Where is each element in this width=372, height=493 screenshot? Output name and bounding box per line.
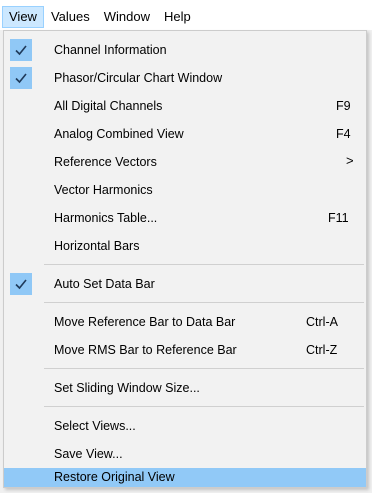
shortcut-label: Ctrl-A [306, 315, 338, 329]
menu-item-vector-harmonics[interactable]: Vector Harmonics [5, 176, 365, 204]
menu-item-harmonics-table[interactable]: Harmonics Table... F11 [5, 204, 365, 232]
menu-item-label: Set Sliding Window Size... [54, 381, 200, 395]
checkmark-icon [10, 67, 32, 89]
menu-item-label: Reference Vectors [54, 155, 157, 169]
view-dropdown-menu: Channel Information Phasor/Circular Char… [3, 30, 367, 488]
menu-item-select-views[interactable]: Select Views... [5, 412, 365, 440]
menu-item-label: All Digital Channels [54, 99, 163, 113]
shortcut-label: F9 [336, 99, 351, 113]
menu-item-move-reference-bar[interactable]: Move Reference Bar to Data Bar Ctrl-A [5, 308, 365, 336]
shortcut-label: F4 [336, 127, 351, 141]
menu-item-label: Harmonics Table... [54, 211, 158, 225]
menu-item-label: Phasor/Circular Chart Window [54, 71, 223, 85]
shortcut-label: Ctrl-Z [306, 343, 338, 357]
menu-separator [44, 368, 364, 369]
menu-view[interactable]: View [2, 6, 44, 28]
chevron-right-icon: > [346, 153, 354, 168]
menu-item-label: Analog Combined View [54, 127, 184, 141]
menu-item-all-digital-channels[interactable]: All Digital Channels F9 [5, 92, 365, 120]
menu-item-label: Horizontal Bars [54, 239, 140, 253]
menu-item-auto-set-data-bar[interactable]: Auto Set Data Bar [5, 270, 365, 298]
menu-bar: View Values Window Help [0, 0, 372, 30]
menu-item-move-rms-bar[interactable]: Move RMS Bar to Reference Bar Ctrl-Z [5, 336, 365, 364]
menu-separator [44, 264, 364, 265]
checkmark-icon [10, 39, 32, 61]
menu-item-restore-original-view[interactable]: Restore Original View [4, 468, 366, 487]
menu-item-label: Restore Original View [54, 470, 175, 484]
menu-window[interactable]: Window [97, 6, 157, 28]
menu-item-horizontal-bars[interactable]: Horizontal Bars [5, 232, 365, 260]
menu-item-label: Channel Information [54, 43, 167, 57]
menu-item-label: Auto Set Data Bar [54, 277, 155, 291]
menu-item-reference-vectors[interactable]: Reference Vectors > [5, 148, 365, 176]
menu-item-set-sliding-window-size[interactable]: Set Sliding Window Size... [5, 374, 365, 402]
menu-item-label: Vector Harmonics [54, 183, 153, 197]
menu-item-label: Move Reference Bar to Data Bar [54, 315, 236, 329]
menu-item-phasor-chart-window[interactable]: Phasor/Circular Chart Window [5, 64, 365, 92]
shortcut-label: F11 [328, 211, 349, 225]
menu-item-label: Save View... [54, 447, 123, 461]
menu-item-channel-information[interactable]: Channel Information [5, 36, 365, 64]
menu-item-label: Move RMS Bar to Reference Bar [54, 343, 237, 357]
menu-separator [44, 302, 364, 303]
checkmark-icon [10, 273, 32, 295]
menu-separator [44, 406, 364, 407]
menu-item-label: Select Views... [54, 419, 136, 433]
menu-values[interactable]: Values [44, 6, 97, 28]
menu-help[interactable]: Help [157, 6, 198, 28]
menu-item-save-view[interactable]: Save View... [5, 440, 365, 468]
menu-item-analog-combined-view[interactable]: Analog Combined View F4 [5, 120, 365, 148]
